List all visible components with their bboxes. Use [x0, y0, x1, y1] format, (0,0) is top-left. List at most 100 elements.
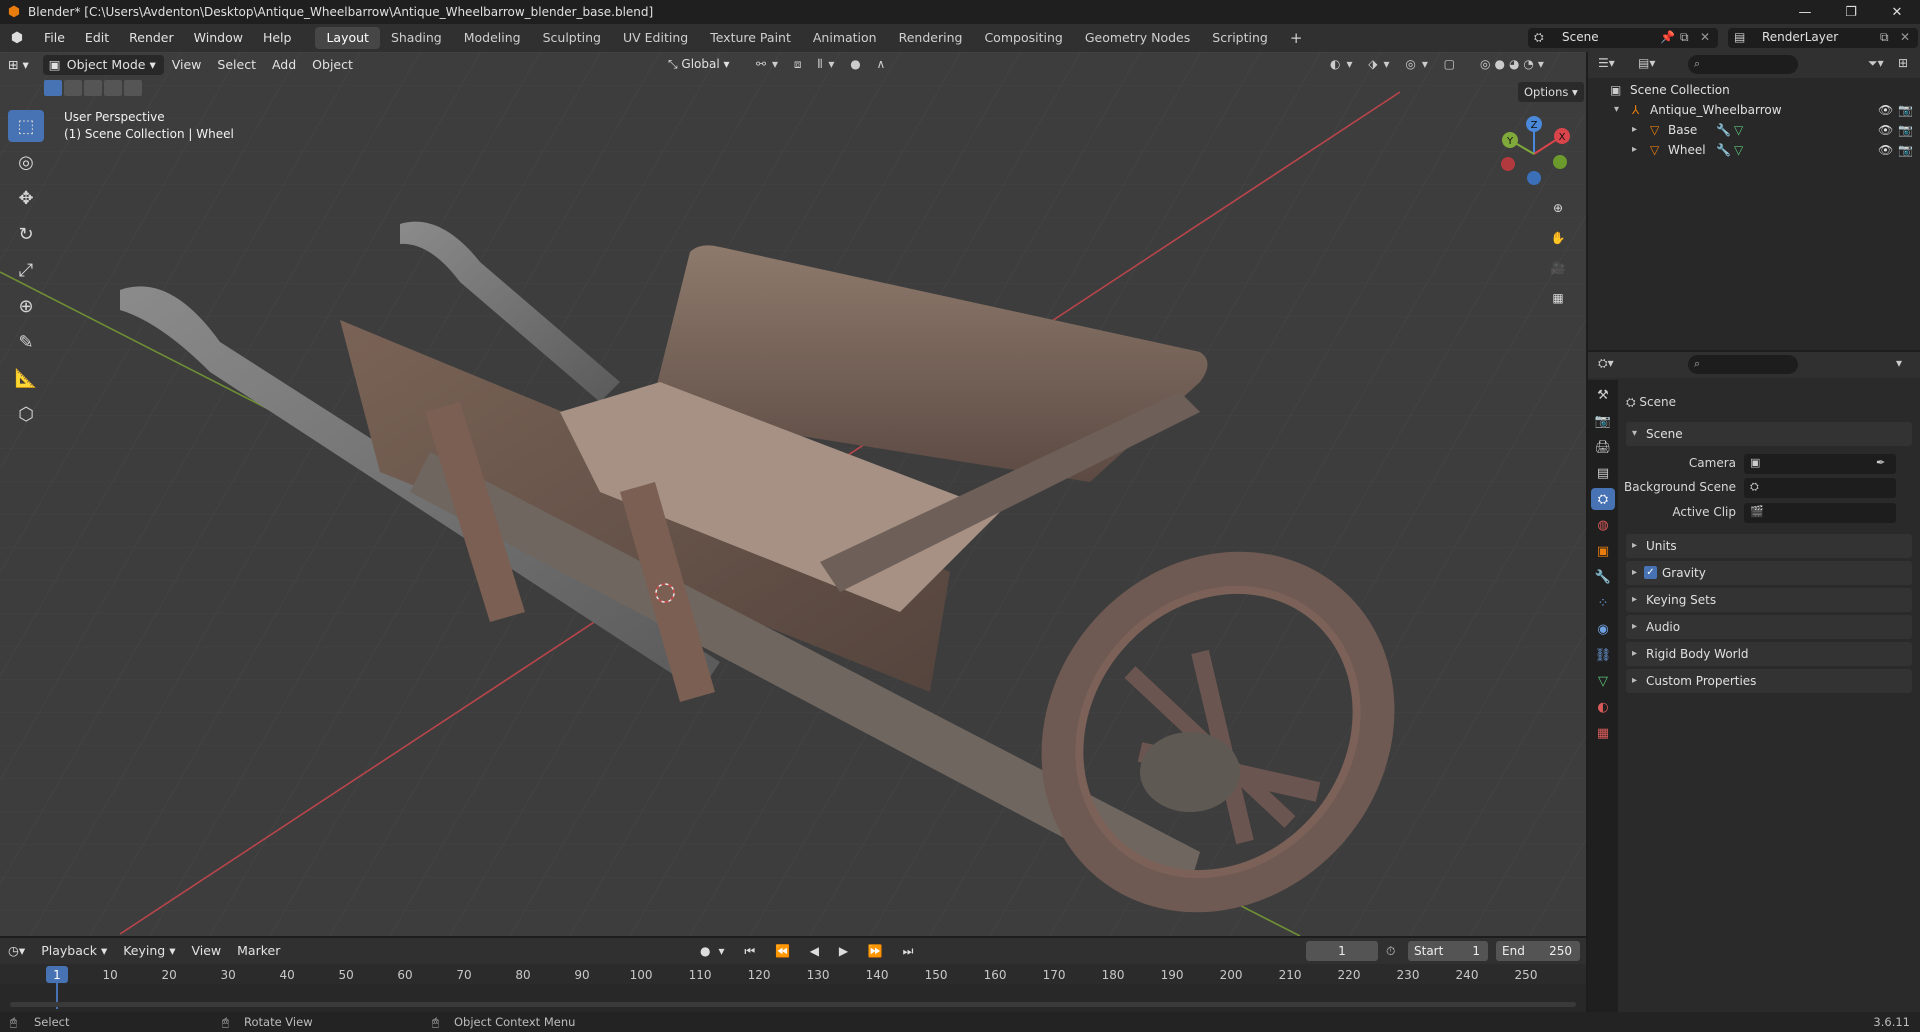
- zoom-icon[interactable]: ⊕: [1546, 196, 1570, 220]
- properties-search-input[interactable]: ⌕: [1688, 355, 1798, 374]
- start-frame-field[interactable]: Start 1: [1408, 941, 1488, 961]
- jump-start-icon[interactable]: ⏮: [744, 944, 763, 958]
- view-layer-selector[interactable]: ▤ RenderLayer ⧉ ✕: [1728, 28, 1918, 48]
- options-dropdown[interactable]: Options ▾: [1518, 82, 1584, 102]
- new-collection-icon[interactable]: ⊞: [1898, 56, 1908, 70]
- properties-editor-icon[interactable]: ⛭▾: [1598, 356, 1614, 371]
- add-cube-tool-icon[interactable]: ⬡: [8, 398, 44, 430]
- new-scene-icon[interactable]: ⧉: [1680, 30, 1689, 45]
- render-tab-icon[interactable]: 📷: [1591, 410, 1615, 432]
- add-workspace-button[interactable]: +: [1279, 27, 1314, 49]
- delete-layer-icon[interactable]: ✕: [1900, 30, 1910, 44]
- outliner-item-base[interactable]: ▸ ▽ Base 🔧 ▽ 👁 📷: [1588, 120, 1920, 140]
- outliner-item-wheel[interactable]: ▸ ▽ Wheel 🔧 ▽ 👁 📷: [1588, 140, 1920, 160]
- jump-keyframe-forward-icon[interactable]: ⏩: [868, 944, 891, 958]
- expand-arrow-icon[interactable]: ▸: [1632, 140, 1637, 160]
- texture-tab-icon[interactable]: ▦: [1591, 722, 1615, 744]
- modifier-tab-icon[interactable]: 🔧: [1591, 566, 1615, 588]
- timeline-scrollbar[interactable]: [10, 1002, 1576, 1007]
- camera-view-icon[interactable]: 🎥: [1546, 256, 1570, 280]
- annotate-tool-icon[interactable]: ✎: [8, 326, 44, 358]
- panel-custom-properties-header[interactable]: ▸ Custom Properties: [1626, 669, 1912, 693]
- menu-view[interactable]: View: [164, 55, 210, 75]
- shading-mode-group[interactable]: ◎●◕◔▾: [1480, 54, 1548, 74]
- tab-modeling[interactable]: Modeling: [453, 27, 532, 49]
- blender-menu-icon[interactable]: ⬢: [0, 30, 34, 46]
- panel-gravity-header[interactable]: ▸ ✓ Gravity: [1626, 561, 1912, 585]
- scale-tool-icon[interactable]: ⤢: [8, 254, 44, 286]
- 3d-viewport[interactable]: [0, 52, 1586, 936]
- physics-tab-icon[interactable]: ◉: [1591, 618, 1615, 640]
- jump-keyframe-back-icon[interactable]: ⏪: [775, 944, 798, 958]
- play-icon[interactable]: ▶: [839, 944, 856, 958]
- record-button-icon[interactable]: ●▾: [700, 944, 733, 958]
- select-box-tool-icon[interactable]: ⬚: [8, 110, 44, 142]
- display-mode-icon[interactable]: ▤▾: [1638, 56, 1655, 70]
- menu-timeline-view[interactable]: View: [183, 941, 229, 961]
- rotate-tool-icon[interactable]: ↻: [8, 218, 44, 250]
- viewport-visibility-group[interactable]: ◐▾ ⬗▾ ◎▾ ▢: [1330, 54, 1461, 74]
- menu-playback[interactable]: Playback ▾: [33, 941, 115, 961]
- menu-select[interactable]: Select: [209, 55, 264, 75]
- panel-units-header[interactable]: ▸ Units: [1626, 534, 1912, 558]
- active-clip-field[interactable]: 🎬: [1744, 503, 1896, 523]
- menu-render[interactable]: Render: [119, 24, 184, 52]
- tab-shading[interactable]: Shading: [380, 27, 453, 49]
- render-camera-icon[interactable]: 📷: [1898, 140, 1913, 160]
- outliner-item-antique-wheelbarrow[interactable]: ▾ ⅄ Antique_Wheelbarrow 👁 📷: [1588, 100, 1920, 120]
- current-frame-field[interactable]: 1: [1306, 941, 1378, 961]
- data-tab-icon[interactable]: ▽: [1591, 670, 1615, 692]
- tab-texture-paint[interactable]: Texture Paint: [699, 27, 802, 49]
- select-subtract-icon[interactable]: [84, 80, 102, 96]
- cursor-tool-icon[interactable]: ◎: [8, 146, 44, 178]
- camera-field[interactable]: ▣ ✒: [1744, 454, 1896, 474]
- navigation-gizmo[interactable]: Z X Y: [1494, 114, 1574, 194]
- close-button[interactable]: ✕: [1874, 0, 1920, 24]
- tab-animation[interactable]: Animation: [802, 27, 888, 49]
- outliner-editor-icon[interactable]: ☰▾: [1598, 56, 1615, 70]
- new-layer-icon[interactable]: ⧉: [1880, 30, 1889, 45]
- tab-rendering[interactable]: Rendering: [888, 27, 974, 49]
- pan-hand-icon[interactable]: ✋: [1546, 226, 1570, 250]
- transform-orientation-dropdown[interactable]: ⤡ Global ▾: [668, 54, 730, 74]
- pivot-snap-group[interactable]: ⚯▾ ⧈ ⫴▾ ● ∧: [756, 54, 891, 74]
- menu-object[interactable]: Object: [304, 55, 361, 75]
- menu-file[interactable]: File: [34, 24, 75, 52]
- editor-type-button[interactable]: ⊞ ▾: [0, 55, 37, 75]
- transform-tool-icon[interactable]: ⊕: [8, 290, 44, 322]
- stopwatch-icon[interactable]: ⏱: [1386, 941, 1395, 961]
- tab-sculpting[interactable]: Sculpting: [532, 27, 612, 49]
- panel-scene-header[interactable]: ▾ Scene: [1626, 422, 1912, 446]
- tab-uv-editing[interactable]: UV Editing: [612, 27, 699, 49]
- play-reverse-icon[interactable]: ◀: [810, 944, 827, 958]
- panel-keying-sets-header[interactable]: ▸ Keying Sets: [1626, 588, 1912, 612]
- constraints-tab-icon[interactable]: ⛓: [1591, 644, 1615, 666]
- visibility-eye-icon[interactable]: 👁: [1878, 140, 1893, 160]
- timeline-editor-type-icon[interactable]: ◷▾: [0, 941, 33, 961]
- collapse-icon[interactable]: ▾: [1896, 356, 1902, 370]
- object-tab-icon[interactable]: ▣: [1591, 540, 1615, 562]
- expand-arrow-icon[interactable]: ▾: [1614, 100, 1619, 120]
- expand-arrow-icon[interactable]: ▸: [1632, 120, 1637, 140]
- particles-tab-icon[interactable]: ⁘: [1591, 592, 1615, 614]
- visibility-eye-icon[interactable]: 👁: [1878, 100, 1893, 120]
- tab-scripting[interactable]: Scripting: [1201, 27, 1279, 49]
- scene-selector[interactable]: ⛭ Scene 📌 ⧉ ✕: [1528, 28, 1718, 48]
- menu-window[interactable]: Window: [184, 24, 253, 52]
- maximize-button[interactable]: ❐: [1828, 0, 1874, 24]
- move-tool-icon[interactable]: ✥: [8, 182, 44, 214]
- pin-icon[interactable]: 📌: [1660, 30, 1675, 44]
- select-extend-icon[interactable]: [64, 80, 82, 96]
- select-new-icon[interactable]: [44, 80, 62, 96]
- ortho-toggle-icon[interactable]: ▦: [1546, 286, 1570, 310]
- material-tab-icon[interactable]: ◐: [1591, 696, 1615, 718]
- menu-keying[interactable]: Keying ▾: [115, 941, 183, 961]
- filter-icon[interactable]: ⏷▾: [1868, 56, 1884, 71]
- menu-edit[interactable]: Edit: [75, 24, 119, 52]
- minimize-button[interactable]: —: [1782, 0, 1828, 24]
- visibility-eye-icon[interactable]: 👁: [1878, 120, 1893, 140]
- measure-tool-icon[interactable]: 📐: [8, 362, 44, 394]
- select-invert-icon[interactable]: [104, 80, 122, 96]
- panel-audio-header[interactable]: ▸ Audio: [1626, 615, 1912, 639]
- output-tab-icon[interactable]: 🖨: [1591, 436, 1615, 458]
